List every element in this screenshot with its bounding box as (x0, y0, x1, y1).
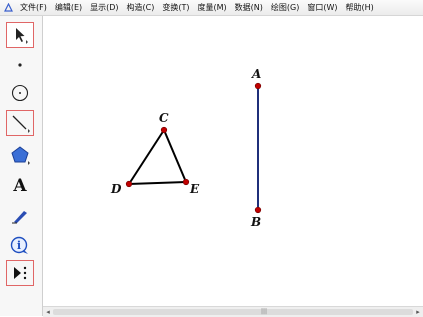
scrollbar-grip: ||| (261, 308, 268, 315)
menu-bar: 文件(F) 编辑(E) 显示(D) 构造(C) 变换(T) 度量(M) 数据(N… (0, 0, 423, 16)
polygon-tool-icon (11, 146, 30, 165)
point-tool[interactable] (6, 52, 34, 78)
arrow-select-tool[interactable] (6, 22, 34, 48)
toolbox: A i (0, 16, 43, 316)
label-b[interactable]: B (250, 215, 261, 229)
text-tool[interactable]: A (6, 172, 34, 198)
point-tool-icon (18, 63, 22, 67)
text-tool-icon: A (12, 176, 27, 196)
menu-edit[interactable]: 编辑(E) (51, 0, 86, 15)
custom-tool-icon (14, 266, 27, 280)
information-tool-glyph: i (17, 239, 21, 252)
point-e[interactable] (182, 178, 190, 186)
point-c[interactable] (160, 126, 168, 134)
text-tool-glyph: A (12, 176, 27, 196)
scrollbar-thumb[interactable] (53, 309, 413, 315)
compass-tool[interactable] (6, 80, 34, 106)
label-e[interactable]: E (189, 182, 200, 196)
point-d[interactable] (125, 180, 133, 188)
sketch-canvas[interactable]: A B C D E (43, 16, 423, 306)
menu-construct[interactable]: 构造(C) (123, 0, 159, 15)
menu-display[interactable]: 显示(D) (86, 0, 122, 15)
menu-measure[interactable]: 度量(M) (194, 0, 231, 15)
point-b[interactable] (254, 206, 262, 214)
segment-cd[interactable] (128, 129, 165, 185)
label-c[interactable]: C (159, 111, 169, 125)
menu-help[interactable]: 帮助(H) (342, 0, 378, 15)
straightedge-tool-icon (12, 115, 30, 133)
compass-tool-icon (11, 84, 29, 102)
app-icon[interactable] (3, 3, 13, 13)
straightedge-tool[interactable] (6, 110, 34, 136)
segment-de[interactable] (128, 181, 187, 185)
marker-tool-icon (12, 211, 27, 224)
menu-file[interactable]: 文件(F) (16, 0, 51, 15)
horizontal-scrollbar[interactable]: ◂ ||| ▸ (43, 306, 423, 317)
segment-ce[interactable] (163, 129, 187, 183)
menu-transform[interactable]: 变换(T) (158, 0, 193, 15)
marker-tool[interactable] (6, 202, 34, 228)
information-tool-icon: i (10, 236, 28, 254)
point-a[interactable] (254, 82, 262, 90)
information-tool[interactable]: i (6, 232, 34, 258)
menu-graph[interactable]: 绘图(G) (267, 0, 303, 15)
menu-data[interactable]: 数据(N) (231, 0, 267, 15)
polygon-tool[interactable] (6, 142, 34, 168)
label-a[interactable]: A (251, 67, 261, 81)
label-d[interactable]: D (110, 182, 122, 196)
arrow-select-icon (16, 28, 28, 44)
custom-tool[interactable] (6, 260, 34, 286)
menu-window[interactable]: 窗口(W) (303, 0, 341, 15)
